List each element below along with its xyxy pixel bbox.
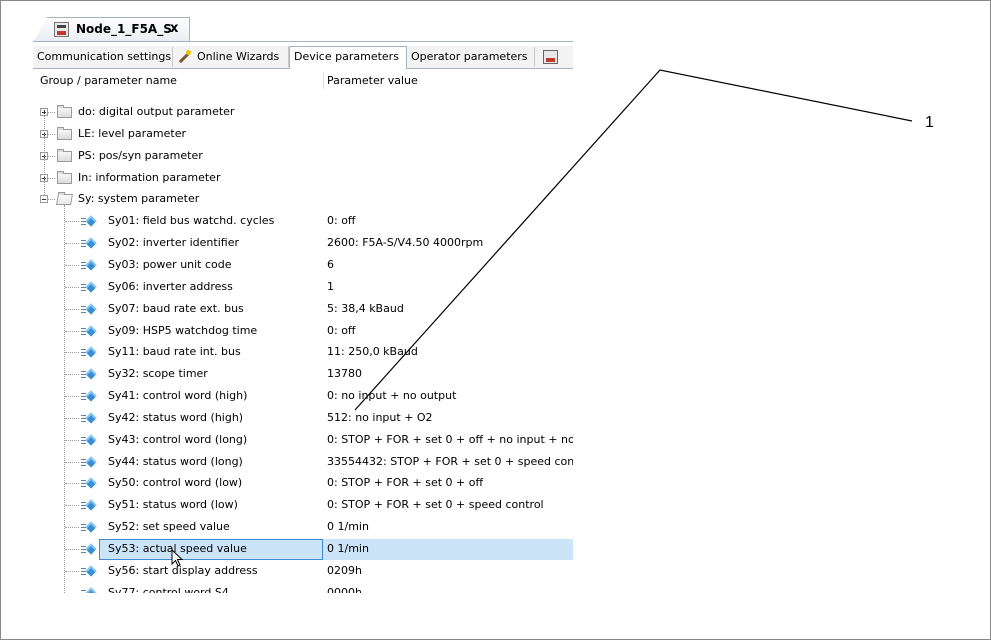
callout-overlay <box>354 69 913 411</box>
callout-line <box>354 69 913 411</box>
callout-label: 1 <box>925 114 934 131</box>
mouse-cursor-icon <box>171 549 184 567</box>
